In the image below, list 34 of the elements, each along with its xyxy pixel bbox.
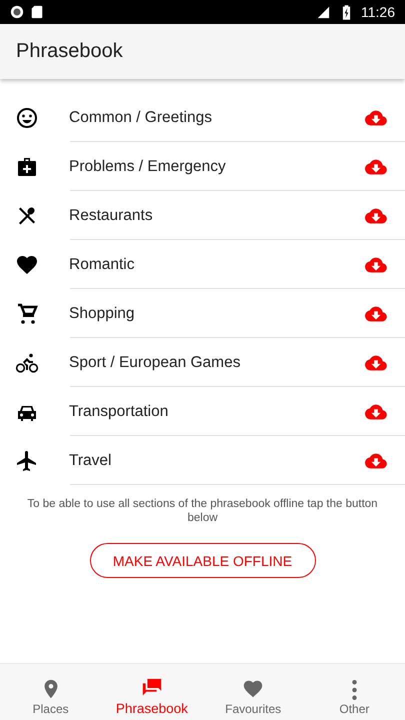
offline-note: To be able to use all sections of the phrasebook offline tap the button below xyxy=(26,497,379,525)
nav-tab[interactable]: Other xyxy=(304,664,405,720)
nav-tab[interactable]: Phrasebook xyxy=(101,664,202,720)
signal-icon xyxy=(316,5,330,19)
section-item[interactable]: Transportation xyxy=(0,387,405,436)
screen-title: Phrasebook xyxy=(16,40,123,63)
airplane-icon xyxy=(15,448,39,472)
section-item[interactable]: Travel xyxy=(0,436,405,485)
section-label: Transportation xyxy=(69,402,170,420)
section-item[interactable]: Restaurants xyxy=(0,191,405,240)
section-label: Shopping xyxy=(69,304,136,322)
section-item[interactable]: Shopping xyxy=(0,289,405,338)
cyclist-icon xyxy=(15,350,39,374)
record-icon xyxy=(10,5,24,19)
section-item[interactable]: Problems / Emergency xyxy=(0,142,405,191)
section-label: Common / Greetings xyxy=(69,108,213,126)
nav-tab[interactable]: Favourites xyxy=(202,664,304,720)
section-label: Problems / Emergency xyxy=(69,158,227,176)
status-time: 11:26 xyxy=(361,4,395,20)
section-label: Restaurants xyxy=(69,206,154,224)
nav-tab[interactable]: Places xyxy=(0,664,102,720)
battery-icon xyxy=(342,4,351,20)
sd-card-icon xyxy=(30,5,44,19)
smiley-icon xyxy=(15,106,39,130)
more-icon xyxy=(352,680,357,700)
make-offline-button[interactable]: MAKE AVAILABLE OFFLINE xyxy=(90,543,316,578)
section-item[interactable]: Sport / European Games xyxy=(0,338,405,387)
section-label: Romantic xyxy=(69,256,136,274)
heart-icon xyxy=(242,678,264,700)
section-label: Sport / European Games xyxy=(69,354,242,372)
section-item[interactable]: Common / Greetings xyxy=(0,93,405,142)
section-label: Travel xyxy=(69,452,112,470)
section-item[interactable]: Romantic xyxy=(0,240,405,289)
shopping-cart-icon xyxy=(15,302,39,326)
